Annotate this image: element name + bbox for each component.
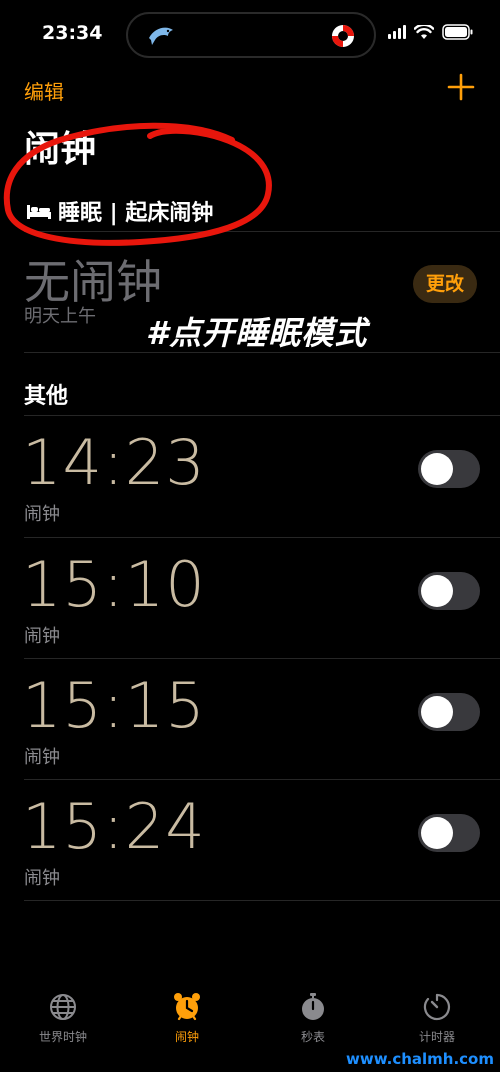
timer-icon: [423, 993, 450, 1021]
alarm-time: 14:23: [22, 426, 206, 499]
alarm-label: 闹钟: [24, 868, 60, 889]
status-time: 23:34: [42, 22, 103, 44]
alarm-time: 15:10: [22, 548, 206, 621]
alarm-label: 闹钟: [24, 747, 60, 768]
add-alarm-button[interactable]: [446, 72, 476, 102]
alarm-clock-icon: [174, 993, 200, 1021]
cellular-signal-icon: [388, 25, 406, 39]
sleep-alarm-subtitle: 明天上午: [24, 306, 96, 327]
alarm-time: 15:15: [22, 669, 206, 742]
annotation-circle: [3, 122, 272, 246]
wifi-icon: [414, 24, 434, 39]
alarm-toggle[interactable]: [418, 814, 480, 852]
tab-alarm[interactable]: 闹钟: [132, 992, 242, 1045]
divider: [24, 900, 500, 901]
change-button[interactable]: 更改: [413, 265, 477, 303]
tab-stopwatch[interactable]: 秒表: [258, 992, 368, 1045]
toggle-knob: [421, 453, 453, 485]
dolphin-icon: [149, 27, 173, 45]
other-section-label: 其他: [24, 384, 69, 409]
toggle-knob: [421, 575, 453, 607]
alarm-toggle[interactable]: [418, 693, 480, 731]
globe-icon: [50, 994, 76, 1020]
alarm-row[interactable]: 15:15 闹钟: [0, 659, 500, 780]
alarm-label: 闹钟: [24, 626, 60, 647]
status-bar: 23:34: [0, 0, 500, 66]
edit-button[interactable]: 编辑: [24, 76, 64, 105]
tab-label: 闹钟: [174, 1030, 199, 1044]
dynamic-island: [126, 12, 376, 58]
alarm-toggle[interactable]: [418, 450, 480, 488]
alarm-row[interactable]: 14:23 闹钟: [0, 416, 500, 537]
status-indicators: [388, 24, 474, 40]
tab-label: 计时器: [418, 1030, 455, 1044]
alarm-row[interactable]: 15:24 闹钟: [0, 780, 500, 901]
lifebuoy-icon: [332, 25, 354, 47]
tab-world-clock[interactable]: 世界时钟: [8, 992, 118, 1045]
battery-icon: [442, 24, 473, 40]
alarm-toggle[interactable]: [418, 572, 480, 610]
alarm-label: 闹钟: [24, 504, 60, 525]
alarm-time: 15:24: [22, 790, 206, 863]
tab-timer[interactable]: 计时器: [382, 992, 492, 1045]
watermark: www.chalmh.com: [346, 1050, 494, 1068]
tab-label: 秒表: [300, 1030, 325, 1044]
stopwatch-icon: [302, 993, 324, 1020]
tab-label: 世界时钟: [38, 1030, 87, 1044]
annotation-caption: #点开睡眠模式: [146, 314, 368, 352]
toggle-knob: [421, 696, 453, 728]
alarm-row[interactable]: 15:10 闹钟: [0, 538, 500, 659]
divider: [24, 352, 500, 353]
toggle-knob: [421, 817, 453, 849]
